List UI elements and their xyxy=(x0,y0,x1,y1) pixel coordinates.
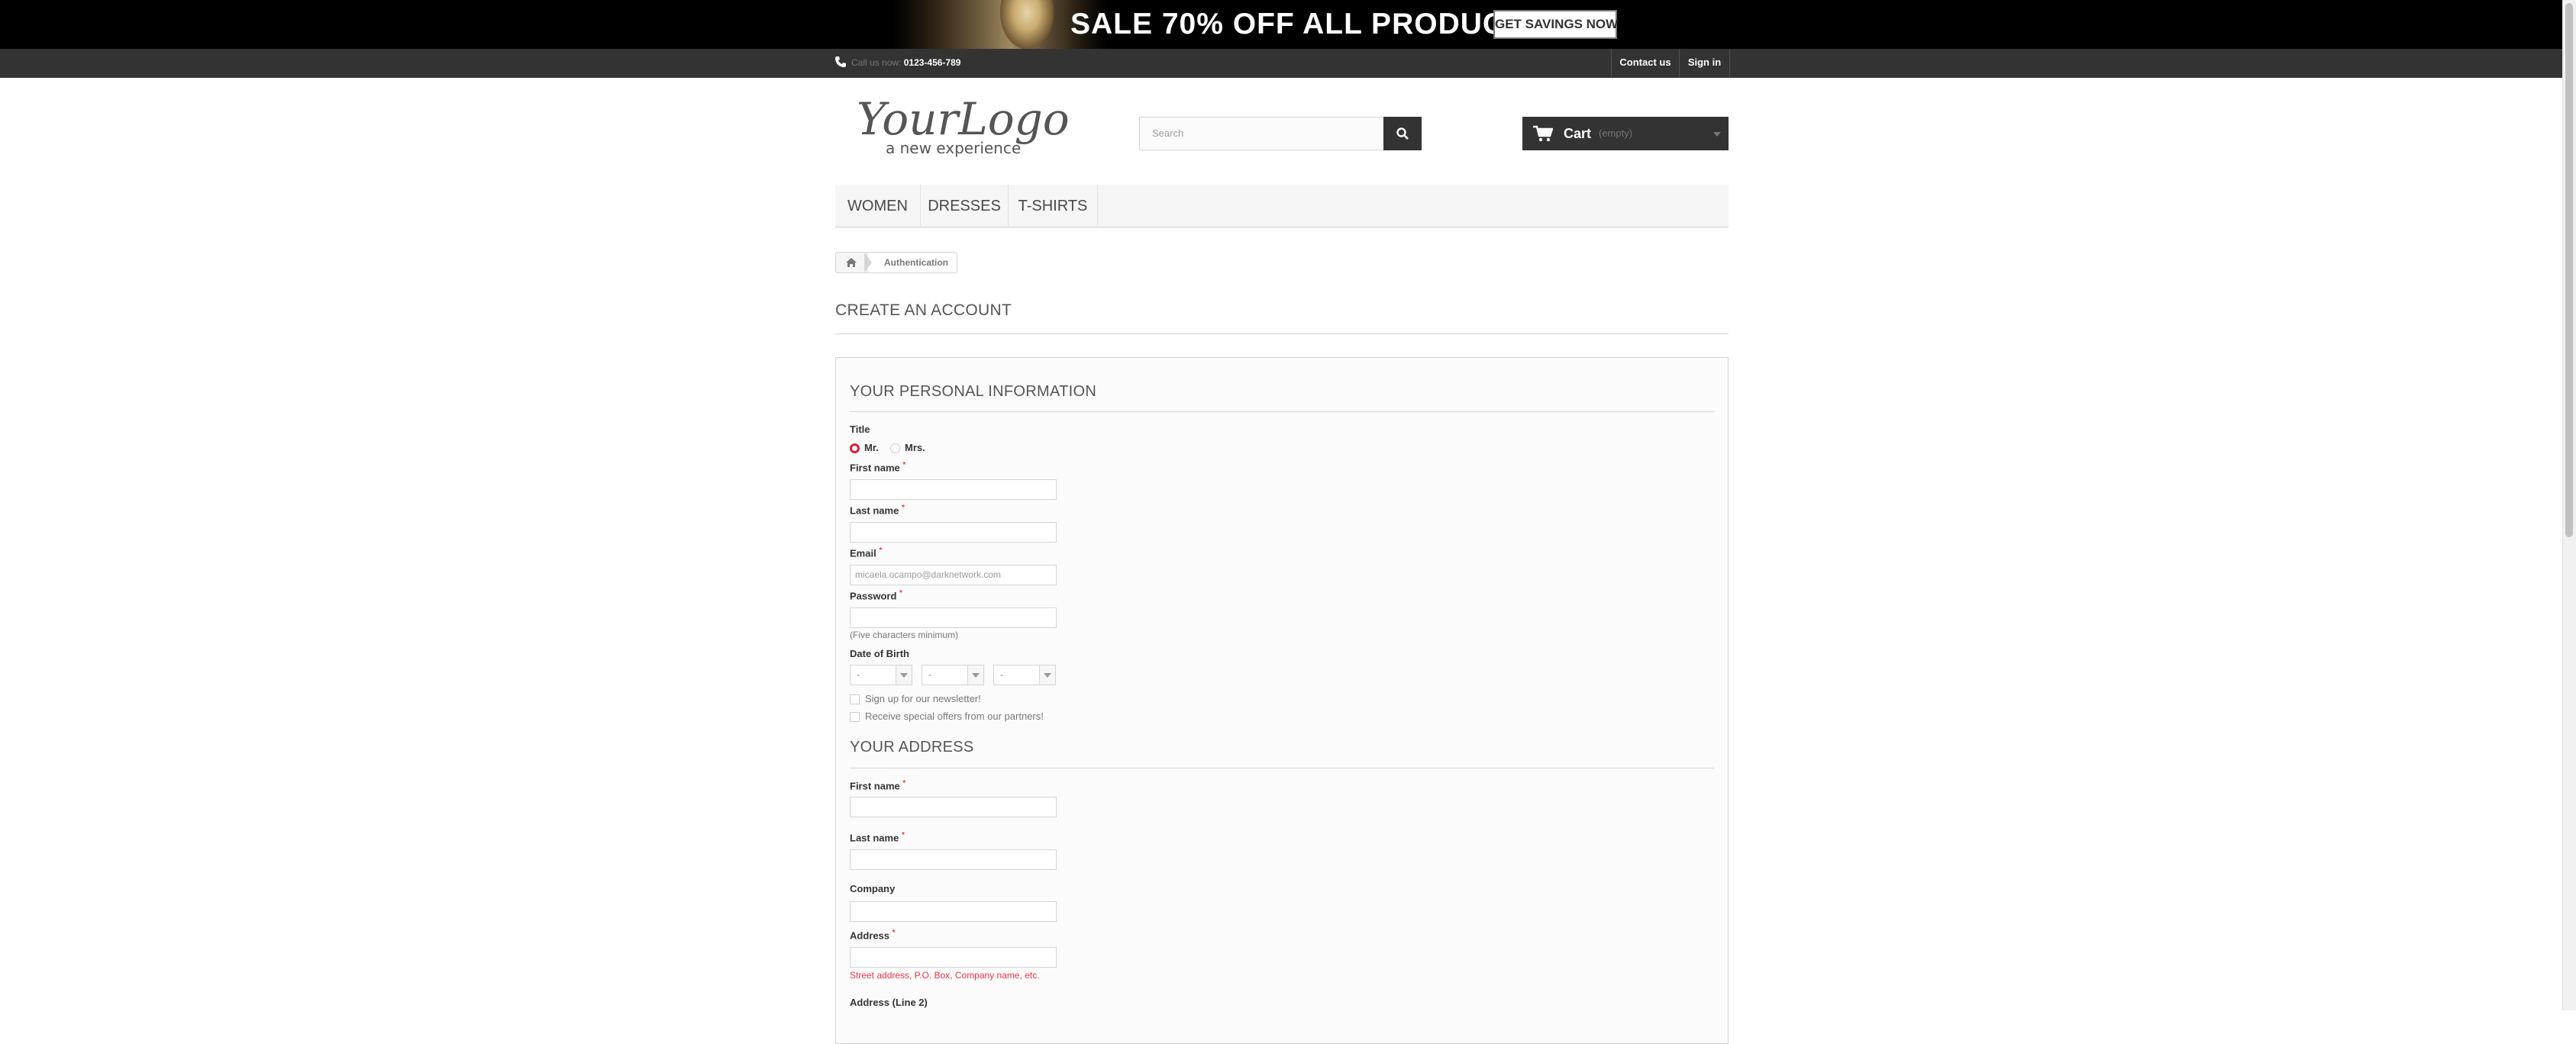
offers-label[interactable]: Receive special offers from our partners… xyxy=(865,710,1044,722)
site-logo[interactable]: YourLogo a new experience xyxy=(854,93,1072,159)
company-field[interactable] xyxy=(850,901,1057,922)
address-hint: Street address, P.O. Box, Company name, … xyxy=(850,970,1040,981)
newsletter-checkbox[interactable] xyxy=(850,694,860,704)
address-label: Address * xyxy=(850,929,896,942)
top-nav-bar xyxy=(0,49,2562,78)
call-us-label: Call us now: xyxy=(851,57,902,68)
svg-text:a new experience: a new experience xyxy=(886,139,1021,157)
menu-item-tshirts[interactable]: T-SHIRTS xyxy=(1009,185,1098,226)
search-button[interactable] xyxy=(1383,117,1422,150)
dob-month-select[interactable]: - xyxy=(922,665,984,685)
home-icon xyxy=(846,258,857,267)
email-field[interactable]: micaela.ocampo@darknetwork.com xyxy=(850,565,1057,585)
promo-model-image xyxy=(1000,0,1054,49)
address-first-name-field[interactable] xyxy=(850,797,1057,817)
chevron-down-icon xyxy=(967,665,983,685)
first-name-field[interactable] xyxy=(850,479,1057,500)
phone-info: Call us now: 0123-456-789 xyxy=(834,55,960,70)
phone-icon xyxy=(835,56,846,67)
last-name-label: Last name * xyxy=(850,504,905,517)
sign-in-link[interactable]: Sign in xyxy=(1679,49,1730,78)
search-icon xyxy=(1396,127,1409,140)
radio-mrs-label[interactable]: Mrs. xyxy=(905,442,925,453)
page-title: CREATE AN ACCOUNT xyxy=(835,301,1012,319)
breadcrumb-home[interactable] xyxy=(835,252,867,273)
search-input[interactable]: Search xyxy=(1139,117,1385,150)
get-savings-button[interactable]: GET SAVINGS NOW xyxy=(1493,10,1618,39)
breadcrumb-separator xyxy=(864,253,872,272)
email-label: Email * xyxy=(850,546,883,559)
address-last-name-label: Last name * xyxy=(850,831,905,844)
chevron-down-icon xyxy=(1039,665,1055,685)
newsletter-label[interactable]: Sign up for our newsletter! xyxy=(865,693,981,704)
dob-year-select[interactable]: - xyxy=(993,665,1056,685)
first-name-label: First name * xyxy=(850,461,906,474)
section-title-address: YOUR ADDRESS xyxy=(850,739,974,756)
password-field[interactable] xyxy=(850,607,1057,628)
promo-text: SALE 70% OFF ALL PRODUCTS xyxy=(1070,8,1545,40)
logo-icon: YourLogo a new experience xyxy=(857,93,1070,157)
radio-mrs[interactable] xyxy=(890,443,900,453)
menu-item-dresses[interactable]: DRESSES xyxy=(921,185,1009,226)
phone-number: 0123-456-789 xyxy=(903,57,961,68)
contact-us-link[interactable]: Contact us xyxy=(1611,49,1679,78)
cart-icon xyxy=(1533,125,1553,142)
offers-checkbox[interactable] xyxy=(850,712,860,722)
chevron-down-icon xyxy=(1713,132,1721,137)
dob-day-select[interactable]: - xyxy=(850,665,912,685)
password-hint: (Five characters minimum) xyxy=(850,630,959,640)
address2-label: Address (Line 2) xyxy=(850,997,928,1008)
cart-block[interactable]: Cart (empty) xyxy=(1522,117,1729,150)
svg-text:YourLogo: YourLogo xyxy=(857,95,1070,145)
divider xyxy=(850,411,1714,412)
address-last-name-field[interactable] xyxy=(850,849,1057,870)
password-label: Password * xyxy=(850,589,902,602)
breadcrumb-current: Authentication xyxy=(884,257,948,268)
radio-mr-label[interactable]: Mr. xyxy=(864,442,879,453)
title-label: Title xyxy=(850,424,870,435)
last-name-field[interactable] xyxy=(850,522,1057,543)
menu-item-women[interactable]: WOMEN xyxy=(835,185,921,226)
section-title-personal: YOUR PERSONAL INFORMATION xyxy=(850,383,1097,400)
chevron-down-icon xyxy=(896,665,912,685)
company-label: Company xyxy=(850,883,896,894)
dob-label: Date of Birth xyxy=(850,648,909,659)
address-first-name-label: First name * xyxy=(850,779,906,792)
radio-mr[interactable] xyxy=(850,443,860,453)
cart-status: (empty) xyxy=(1599,127,1633,139)
cart-label: Cart xyxy=(1564,126,1592,141)
address-field[interactable] xyxy=(850,947,1057,968)
scrollbar-thumb[interactable] xyxy=(2565,3,2573,537)
